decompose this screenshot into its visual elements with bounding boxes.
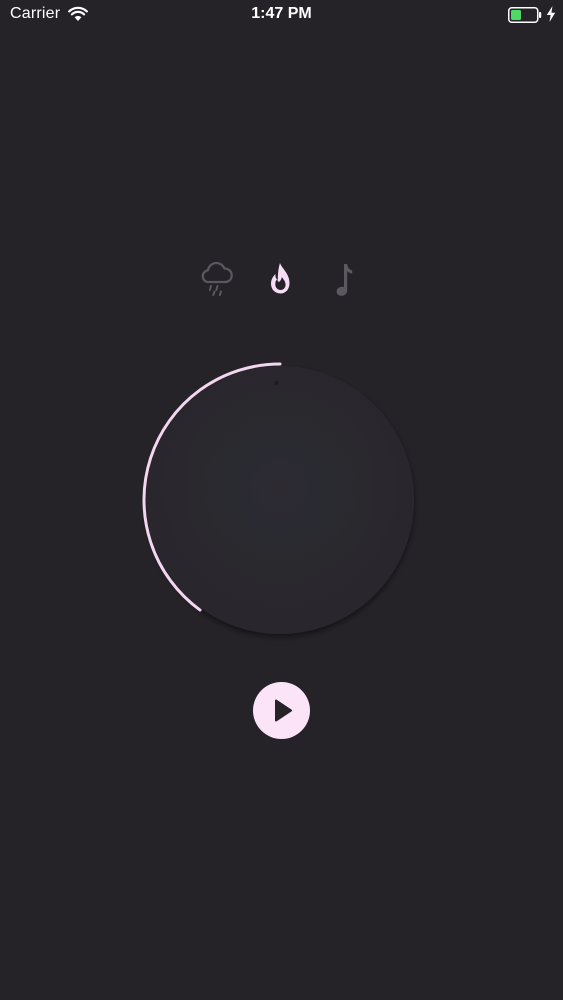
status-bar: Carrier 1:47 PM <box>0 0 563 30</box>
charging-bolt-icon <box>546 6 556 22</box>
sound-mode-selector <box>0 258 563 302</box>
rain-cloud-icon[interactable] <box>195 258 239 302</box>
dial-face <box>146 366 414 634</box>
timer-dial[interactable] <box>130 350 430 650</box>
app-screen: Carrier 1:47 PM <box>0 0 563 1000</box>
music-note-icon[interactable] <box>324 258 368 302</box>
battery-icon <box>508 7 542 23</box>
flame-icon[interactable] <box>259 258 303 302</box>
status-time: 1:47 PM <box>251 5 312 22</box>
play-icon <box>275 699 292 722</box>
play-button[interactable] <box>253 682 310 739</box>
dial-indicator-dot <box>274 380 279 386</box>
